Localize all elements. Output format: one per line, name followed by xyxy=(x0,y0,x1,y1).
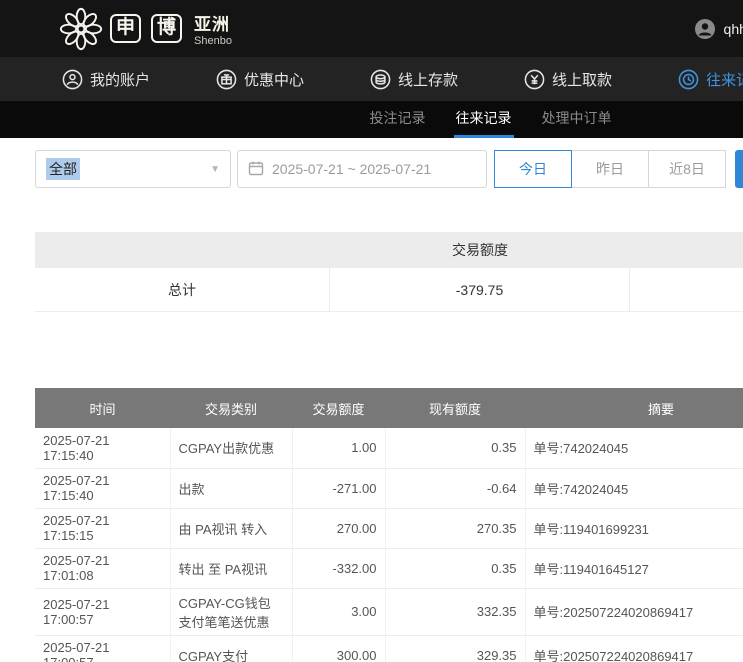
summary-amount-header: 交易额度 xyxy=(330,232,630,268)
table-row: 2025-07-21 17:15:15 由 PA视讯 转入 270.00 270… xyxy=(35,508,743,548)
type-select-value: 全部 xyxy=(46,158,80,180)
cell-summary: 单号:742024045 xyxy=(525,428,743,468)
quick-date-buttons: 今日 昨日 近8日 xyxy=(495,150,726,188)
main-nav: 我的账户 优惠中心 线上存款 xyxy=(0,57,743,101)
date-range-value: 2025-07-21 ~ 2025-07-21 xyxy=(272,161,431,177)
cell-balance: 270.35 xyxy=(385,508,525,548)
cell-summary: 单号:202507224020869417 xyxy=(525,635,743,662)
table-row: 2025-07-21 17:00:57 CGPAY支付 300.00 329.3… xyxy=(35,635,743,662)
nav-item-online-deposit[interactable]: 线上存款 xyxy=(370,69,458,90)
cell-type: 转出 至 PA视讯 xyxy=(170,548,292,588)
cell-amount: -271.00 xyxy=(292,468,385,508)
cell-type: 由 PA视讯 转入 xyxy=(170,508,292,548)
column-header-type: 交易类别 xyxy=(170,388,292,428)
table-row: 2025-07-21 17:01:08 转出 至 PA视讯 -332.00 0.… xyxy=(35,548,743,588)
summary-header-row: 交易额度 xyxy=(35,232,743,268)
cell-amount: 1.00 xyxy=(292,428,385,468)
cell-type: CGPAY支付 xyxy=(170,635,292,662)
filter-bar: 全部 ▼ 2025-07-21 ~ 2025-07-21 今日 昨日 近8日 xyxy=(35,150,743,188)
records-icon xyxy=(678,69,699,90)
summary-table: 交易额度 总计 -379.75 xyxy=(35,232,743,312)
date-range-input[interactable]: 2025-07-21 ~ 2025-07-21 xyxy=(237,150,487,188)
cell-balance: 329.35 xyxy=(385,635,525,662)
summary-header-spacer xyxy=(35,232,330,268)
page: 申 博 亚洲 Shenbo qhhw xyxy=(0,0,743,662)
cell-time: 2025-07-21 17:01:08 xyxy=(35,548,170,588)
records-table: 时间 交易类别 交易额度 现有额度 摘要 2025-07-21 17:15:40… xyxy=(35,388,743,662)
cell-summary: 单号:119401699231 xyxy=(525,508,743,548)
cell-balance: 0.35 xyxy=(385,548,525,588)
nav-item-online-withdraw[interactable]: 线上取款 xyxy=(524,69,612,90)
records-header-row: 时间 交易类别 交易额度 现有额度 摘要 xyxy=(35,388,743,428)
column-header-amount: 交易额度 xyxy=(292,388,385,428)
nav-item-label: 优惠中心 xyxy=(244,69,304,90)
calendar-icon xyxy=(248,160,264,179)
chevron-down-icon: ▼ xyxy=(210,164,220,175)
cell-time: 2025-07-21 17:15:40 xyxy=(35,468,170,508)
cell-amount: 3.00 xyxy=(292,588,385,635)
column-header-summary: 摘要 xyxy=(525,388,743,428)
flower-logo-icon xyxy=(58,6,104,52)
search-button[interactable] xyxy=(735,150,743,188)
logo-brand-text: Shenbo xyxy=(194,35,232,47)
brand-logo: 申 博 亚洲 Shenbo xyxy=(58,6,232,52)
promo-icon xyxy=(216,69,237,90)
table-row: 2025-07-21 17:00:57 CGPAY-CG钱包支付笔笔送优惠 3.… xyxy=(35,588,743,635)
summary-total-label: 总计 xyxy=(35,268,330,311)
logo-region-text: 亚洲 xyxy=(194,10,232,35)
nav-item-label: 我的账户 xyxy=(90,69,150,90)
table-row: 2025-07-21 17:15:40 CGPAY出款优惠 1.00 0.35 … xyxy=(35,428,743,468)
cell-time: 2025-07-21 17:00:57 xyxy=(35,635,170,662)
cell-balance: 0.35 xyxy=(385,428,525,468)
tab-betting-records[interactable]: 投注记录 xyxy=(368,101,428,138)
nav-item-label: 往来记录 xyxy=(706,69,743,90)
tab-processing-orders[interactable]: 处理中订单 xyxy=(540,101,614,138)
username-text[interactable]: qhhw xyxy=(724,21,743,37)
table-row: 2025-07-21 17:15:40 出款 -271.00 -0.64 单号:… xyxy=(35,468,743,508)
cell-type: CGPAY出款优惠 xyxy=(170,428,292,468)
summary-header-spacer xyxy=(630,232,743,268)
cell-balance: -0.64 xyxy=(385,468,525,508)
nav-item-label: 线上存款 xyxy=(398,69,458,90)
cell-time: 2025-07-21 17:15:15 xyxy=(35,508,170,548)
nav-item-promotions[interactable]: 优惠中心 xyxy=(216,69,304,90)
top-bar: 申 博 亚洲 Shenbo qhhw xyxy=(0,0,743,57)
withdraw-icon xyxy=(524,69,545,90)
sub-nav: 投注记录 往来记录 处理中订单 xyxy=(0,101,743,138)
tab-transaction-records[interactable]: 往来记录 xyxy=(454,101,514,138)
user-account-area[interactable]: qhhw xyxy=(694,0,743,57)
column-header-time: 时间 xyxy=(35,388,170,428)
summary-total-value: -379.75 xyxy=(330,268,630,311)
logo-char-bo: 博 xyxy=(151,14,182,43)
deposit-icon xyxy=(370,69,391,90)
summary-empty-cell xyxy=(630,268,743,311)
account-icon xyxy=(62,69,83,90)
nav-item-label: 线上取款 xyxy=(552,69,612,90)
summary-total-row: 总计 -379.75 xyxy=(35,268,743,312)
yesterday-button[interactable]: 昨日 xyxy=(571,150,649,188)
last-8-days-button[interactable]: 近8日 xyxy=(648,150,726,188)
cell-time: 2025-07-21 17:15:40 xyxy=(35,428,170,468)
cell-amount: 300.00 xyxy=(292,635,385,662)
cell-summary: 单号:742024045 xyxy=(525,468,743,508)
cell-time: 2025-07-21 17:00:57 xyxy=(35,588,170,635)
cell-summary: 单号:119401645127 xyxy=(525,548,743,588)
type-select[interactable]: 全部 ▼ xyxy=(35,150,231,188)
cell-type: 出款 xyxy=(170,468,292,508)
cell-amount: -332.00 xyxy=(292,548,385,588)
logo-char-shen: 申 xyxy=(110,14,141,43)
cell-amount: 270.00 xyxy=(292,508,385,548)
column-header-balance: 现有额度 xyxy=(385,388,525,428)
cell-balance: 332.35 xyxy=(385,588,525,635)
cell-type: CGPAY-CG钱包支付笔笔送优惠 xyxy=(170,588,292,635)
user-avatar-icon xyxy=(694,18,716,40)
nav-item-transaction-records[interactable]: 往来记录 xyxy=(678,69,743,90)
today-button[interactable]: 今日 xyxy=(494,150,572,188)
nav-item-my-account[interactable]: 我的账户 xyxy=(62,69,150,90)
cell-summary: 单号:202507224020869417 xyxy=(525,588,743,635)
